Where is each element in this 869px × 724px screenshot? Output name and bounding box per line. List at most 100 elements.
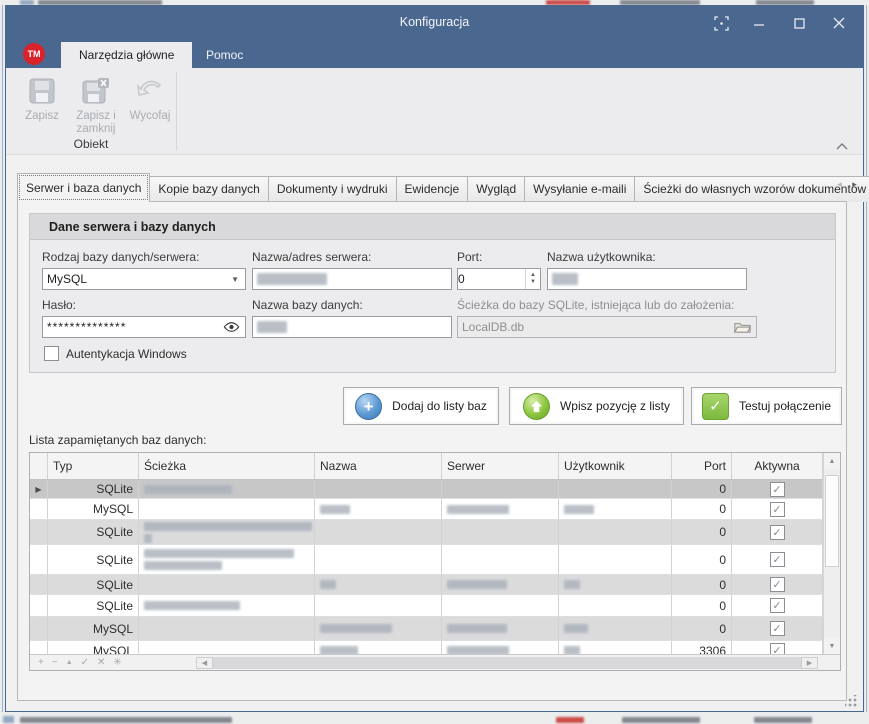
cell-aktywna[interactable]: ✓ <box>732 617 823 640</box>
grid-row-7[interactable]: MySQL 3306 ✓ <box>30 641 840 654</box>
fit-window-icon[interactable] <box>709 12 733 34</box>
cell-sciezka[interactable] <box>139 617 315 640</box>
cell-serwer[interactable] <box>442 641 559 654</box>
windows-auth-checkbox-row[interactable]: Autentykacja Windows <box>44 346 187 361</box>
server-input[interactable] <box>252 268 452 290</box>
vertical-scroll-thumb[interactable] <box>825 475 839 567</box>
page-tab-kopie-bazy-danych[interactable]: Kopie bazy danych <box>149 176 268 202</box>
cell-typ[interactable]: MySQL <box>48 499 139 519</box>
cell-typ[interactable]: SQLite <box>48 575 139 594</box>
cell-port[interactable]: 3306 <box>672 641 732 654</box>
horizontal-scroll-track[interactable] <box>213 657 801 669</box>
aktywna-checkbox[interactable]: ✓ <box>770 643 785 654</box>
aktywna-checkbox[interactable]: ✓ <box>770 621 785 636</box>
column-header-port[interactable]: Port <box>672 453 732 479</box>
aktywna-checkbox[interactable]: ✓ <box>770 482 785 497</box>
column-header-u-ytkownik[interactable]: Użytkownik <box>559 453 672 479</box>
row-indicator[interactable] <box>30 575 48 594</box>
zapisz-button[interactable]: Zapisz <box>16 76 68 123</box>
cell-uzytkownik[interactable] <box>559 545 672 574</box>
cell-port[interactable]: 0 <box>672 520 732 544</box>
cell-typ[interactable]: SQLite <box>48 480 139 498</box>
cell-nazwa[interactable] <box>315 575 442 594</box>
dodaj-do-listy-baz-button[interactable]: + Dodaj do listy baz <box>343 387 499 425</box>
navigator-post-icon[interactable]: ✓ <box>81 657 89 669</box>
app-logo[interactable]: TM <box>23 43 45 65</box>
titlebar[interactable]: Konfiguracja <box>6 6 863 40</box>
grid-row-1[interactable]: MySQL0✓ <box>30 499 840 520</box>
close-button[interactable] <box>827 12 851 34</box>
page-tab-wygl-d[interactable]: Wygląd <box>467 176 525 202</box>
cell-serwer[interactable] <box>442 575 559 594</box>
dbname-input[interactable] <box>252 316 452 338</box>
cell-sciezka[interactable] <box>139 545 315 574</box>
tab-scroll-left-icon[interactable]: ◂ <box>833 177 846 191</box>
navigator-edit-icon[interactable]: ▲ <box>66 657 73 669</box>
cell-typ[interactable]: SQLite <box>48 545 139 574</box>
cell-port[interactable]: 0 <box>672 545 732 574</box>
row-indicator[interactable] <box>30 545 48 574</box>
page-tab-dokumenty-i-wydruki[interactable]: Dokumenty i wydruki <box>268 176 397 202</box>
row-indicator[interactable] <box>30 520 48 544</box>
cell-aktywna[interactable]: ✓ <box>732 641 823 654</box>
cell-aktywna[interactable]: ✓ <box>732 575 823 594</box>
grid-row-2[interactable]: SQLite 0 ✓ <box>30 520 840 545</box>
browse-folder-icon[interactable] <box>731 319 753 335</box>
row-indicator[interactable] <box>30 595 48 616</box>
cell-serwer[interactable] <box>442 499 559 519</box>
aktywna-checkbox[interactable]: ✓ <box>770 577 785 592</box>
cell-port[interactable]: 0 <box>672 575 732 594</box>
cell-aktywna[interactable]: ✓ <box>732 545 823 574</box>
column-header-nazwa[interactable]: Nazwa <box>315 453 442 479</box>
navigator-cancel-icon[interactable]: ✕ <box>97 657 105 669</box>
column-header-typ[interactable]: Typ <box>48 453 139 479</box>
password-input[interactable]: ************** <box>42 316 246 338</box>
cell-sciezka[interactable] <box>139 480 315 498</box>
wycofaj-button[interactable]: Wycofaj <box>124 76 176 123</box>
page-tab-wysy-anie-e-maili[interactable]: Wysyłanie e-maili <box>524 176 635 202</box>
cell-uzytkownik[interactable] <box>559 499 672 519</box>
cell-serwer[interactable] <box>442 595 559 616</box>
cell-port[interactable]: 0 <box>672 595 732 616</box>
aktywna-checkbox[interactable]: ✓ <box>770 525 785 540</box>
grid-row-6[interactable]: MySQL0✓ <box>30 617 840 641</box>
cell-uzytkownik[interactable] <box>559 641 672 654</box>
cell-typ[interactable]: MySQL <box>48 641 139 654</box>
column-header-aktywna[interactable]: Aktywna <box>732 453 823 479</box>
chevron-down-icon[interactable]: ▼ <box>231 275 239 284</box>
page-tab-serwer-i-baza-danych[interactable]: Serwer i baza danych <box>17 173 150 202</box>
column-header-cie-ka[interactable]: Ścieżka <box>139 453 315 479</box>
cell-aktywna[interactable]: ✓ <box>732 480 823 498</box>
ribbon-tab-pomoc[interactable]: Pomoc <box>188 42 261 68</box>
cell-nazwa[interactable] <box>315 641 442 654</box>
cell-serwer[interactable] <box>442 520 559 544</box>
port-spinner[interactable]: 0 ▲▼ <box>457 268 541 290</box>
hscroll-left-icon[interactable]: ◀ <box>196 657 213 669</box>
grid-row-4[interactable]: SQLite 0 ✓ <box>30 575 840 595</box>
cell-sciezka[interactable] <box>139 499 315 519</box>
scroll-down-icon[interactable]: ▼ <box>824 638 840 654</box>
cell-serwer[interactable] <box>442 545 559 574</box>
cell-nazwa[interactable] <box>315 617 442 640</box>
row-indicator[interactable] <box>30 499 48 519</box>
cell-aktywna[interactable]: ✓ <box>732 595 823 616</box>
cell-serwer[interactable] <box>442 617 559 640</box>
row-indicator[interactable] <box>30 617 48 640</box>
aktywna-checkbox[interactable]: ✓ <box>770 552 785 567</box>
cell-sciezka[interactable] <box>139 595 315 616</box>
cell-uzytkownik[interactable] <box>559 617 672 640</box>
navigator-append-icon[interactable]: + <box>38 657 44 669</box>
windows-auth-checkbox[interactable] <box>44 346 59 361</box>
tab-scroll-right-icon[interactable]: ▸ <box>848 177 861 191</box>
cell-sciezka[interactable] <box>139 575 315 594</box>
cell-port[interactable]: 0 <box>672 480 732 498</box>
navigator-refresh-icon[interactable]: ✳ <box>113 657 121 669</box>
cell-nazwa[interactable] <box>315 595 442 616</box>
resize-grip[interactable] <box>845 695 857 707</box>
cell-typ[interactable]: SQLite <box>48 595 139 616</box>
cell-nazwa[interactable] <box>315 499 442 519</box>
cell-typ[interactable]: SQLite <box>48 520 139 544</box>
username-input[interactable] <box>547 268 747 290</box>
cell-port[interactable]: 0 <box>672 617 732 640</box>
db-type-combobox[interactable]: MySQL ▼ <box>42 268 246 290</box>
